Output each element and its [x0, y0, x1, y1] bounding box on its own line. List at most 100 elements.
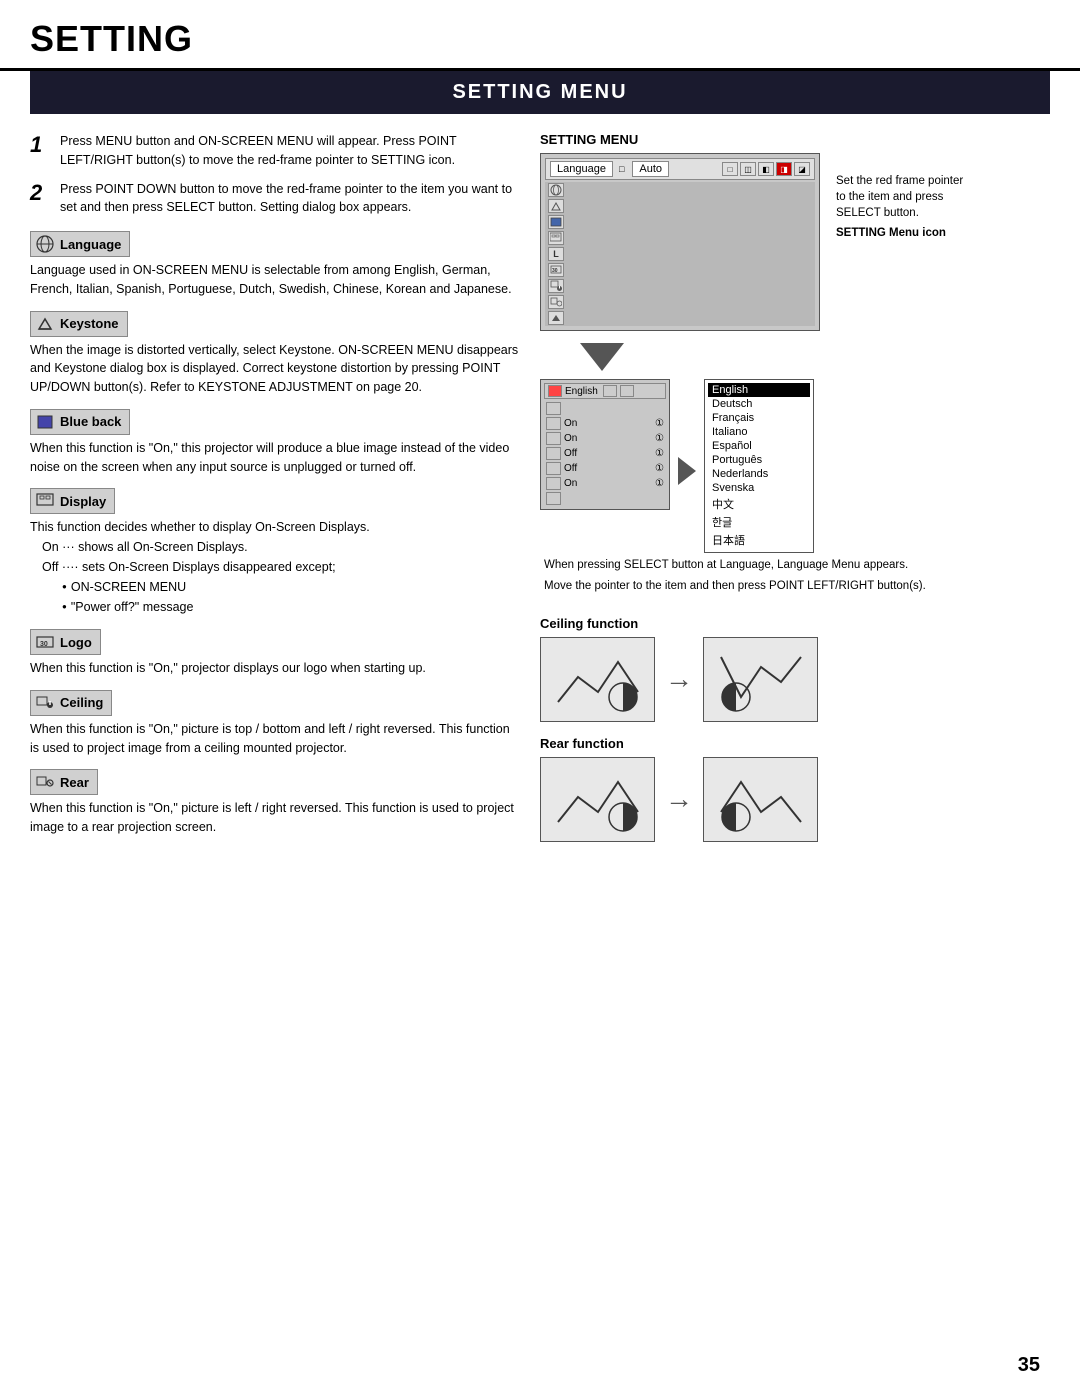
lang-menu-left: English On① On① Off① Off① On①	[540, 379, 670, 510]
rear-description: When this function is "On," picture is l…	[30, 799, 520, 837]
row-icon-6: 30	[548, 263, 564, 277]
lang-japanese: 日本語	[708, 531, 810, 549]
feature-display: Display This function decides whether to…	[30, 488, 520, 617]
language-icon	[35, 234, 55, 254]
right-column: SETTING MENU Language □ Auto □ ◫ ◧	[540, 132, 1050, 856]
svg-text:30: 30	[40, 641, 48, 648]
menu-row-1	[545, 182, 815, 198]
ceiling-icon	[35, 693, 55, 713]
lang-svenska: Svenska	[708, 481, 810, 495]
step-2: 2 Press POINT DOWN button to move the re…	[30, 180, 520, 218]
rear-icon	[35, 772, 55, 792]
rear-func-arrow: →	[665, 783, 693, 815]
ceiling-label: Ceiling	[30, 690, 112, 716]
lang-tab: Language	[550, 161, 613, 177]
menu-row-9	[545, 310, 815, 326]
language-menu-container: English On① On① Off① Off① On① Engl	[540, 379, 1050, 553]
lm-row-3: On①	[544, 431, 666, 446]
ceiling-after-box	[703, 637, 818, 722]
row-icon-3	[548, 215, 564, 229]
blue-back-description: When this function is "On," this project…	[30, 439, 520, 477]
menu-row-7	[545, 278, 815, 294]
lang-english: English	[708, 383, 810, 397]
lm-row-1	[544, 401, 666, 416]
logo-description: When this function is "On," projector di…	[30, 659, 520, 678]
display-icon	[35, 491, 55, 511]
lm-row-7	[544, 491, 666, 506]
blue-back-icon	[35, 412, 55, 432]
ceiling-description: When this function is "On," picture is t…	[30, 720, 520, 758]
ceiling-text: Ceiling	[60, 695, 103, 710]
display-off-text: Off ···· sets On-Screen Displays disappe…	[42, 557, 520, 577]
lang-portugues: Português	[708, 453, 810, 467]
logo-label: 30 Logo	[30, 629, 101, 655]
keystone-description: When the image is distorted vertically, …	[30, 341, 520, 397]
page-number: 35	[1018, 1354, 1040, 1377]
display-on-text: On ··· shows all On-Screen Displays.	[42, 537, 520, 557]
lang-menu-right: English Deutsch Français Italiano Españo…	[704, 379, 814, 553]
lang-deutsch: Deutsch	[708, 397, 810, 411]
step-1: 1 Press MENU button and ON-SCREEN MENU w…	[30, 132, 520, 170]
menu-icon-2: ◫	[740, 162, 756, 176]
arrow-down	[580, 343, 624, 371]
language-label: Language	[30, 231, 130, 257]
menu-row-2	[545, 198, 815, 214]
menu-mock: Language □ Auto □ ◫ ◧ ◨ ◪	[540, 153, 820, 331]
row-icon-7	[548, 279, 564, 293]
display-sub: On ··· shows all On-Screen Displays. Off…	[42, 537, 520, 617]
feature-language: Language Language used in ON-SCREEN MENU…	[30, 231, 520, 299]
feature-logo: 30 Logo When this function is "On," proj…	[30, 629, 520, 678]
blue-back-label: Blue back	[30, 409, 130, 435]
lm-row-6: On①	[544, 476, 666, 491]
display-bullet-2: "Power off?" message	[62, 597, 520, 617]
menu-row-5: L	[545, 246, 815, 262]
menu-top-bar: Language □ Auto □ ◫ ◧ ◨ ◪	[545, 158, 815, 180]
steps-section: 1 Press MENU button and ON-SCREEN MENU w…	[30, 132, 520, 217]
page-title: SETTING	[0, 0, 1080, 71]
rear-function-label: Rear function	[540, 736, 1050, 751]
ceiling-func-arrow: →	[665, 663, 693, 695]
lm-row-5: Off①	[544, 461, 666, 476]
menu-row-8	[545, 294, 815, 310]
lang-chinese: 中文	[708, 495, 810, 513]
step-1-text: Press MENU button and ON-SCREEN MENU wil…	[60, 132, 520, 170]
row-icon-2	[548, 199, 564, 213]
function-diagrams: Ceiling function →	[540, 616, 1050, 842]
menu-row-4	[545, 230, 815, 246]
language-text: Language	[60, 237, 121, 252]
lm-row-2: On①	[544, 416, 666, 431]
svg-text:30: 30	[552, 268, 558, 274]
menu-icon-5: ◪	[794, 162, 810, 176]
menu-icons-row: □ ◫ ◧ ◨ ◪	[722, 162, 810, 176]
menu-rows: L 30	[545, 182, 815, 326]
menu-row-3	[545, 214, 815, 230]
rear-func-row: →	[540, 757, 1050, 842]
lm-row-4: Off①	[544, 446, 666, 461]
keystone-label: Keystone	[30, 311, 128, 337]
row-icon-8	[548, 295, 564, 309]
menu-icon-3: ◧	[758, 162, 774, 176]
menu-icon-active: ◨	[776, 162, 792, 176]
display-text: Display	[60, 494, 106, 509]
arrow-right	[678, 457, 696, 485]
display-bullet-1: ON-SCREEN MENU	[62, 577, 520, 597]
row-icon-4	[548, 231, 564, 245]
ceiling-before-box	[540, 637, 655, 722]
lang-korean: 한글	[708, 513, 810, 531]
rear-label: Rear	[30, 769, 98, 795]
feature-rear: Rear When this function is "On," picture…	[30, 769, 520, 837]
lang-francais: Français	[708, 411, 810, 425]
row-icon-1	[548, 183, 564, 197]
rear-after-box	[703, 757, 818, 842]
row-icon-9	[548, 311, 564, 325]
blue-back-text: Blue back	[60, 414, 121, 429]
callout-2-text: SETTING Menu icon	[836, 225, 966, 241]
keystone-text: Keystone	[60, 316, 119, 331]
step-2-number: 2	[30, 180, 52, 206]
move-pointer-note: Move the pointer to the item and then pr…	[544, 578, 1050, 595]
lang-italiano: Italiano	[708, 425, 810, 439]
display-description: This function decides whether to display…	[30, 518, 520, 537]
ceiling-function-label: Ceiling function	[540, 616, 1050, 631]
step-2-text: Press POINT DOWN button to move the red-…	[60, 180, 520, 218]
feature-blue-back: Blue back When this function is "On," th…	[30, 409, 520, 477]
